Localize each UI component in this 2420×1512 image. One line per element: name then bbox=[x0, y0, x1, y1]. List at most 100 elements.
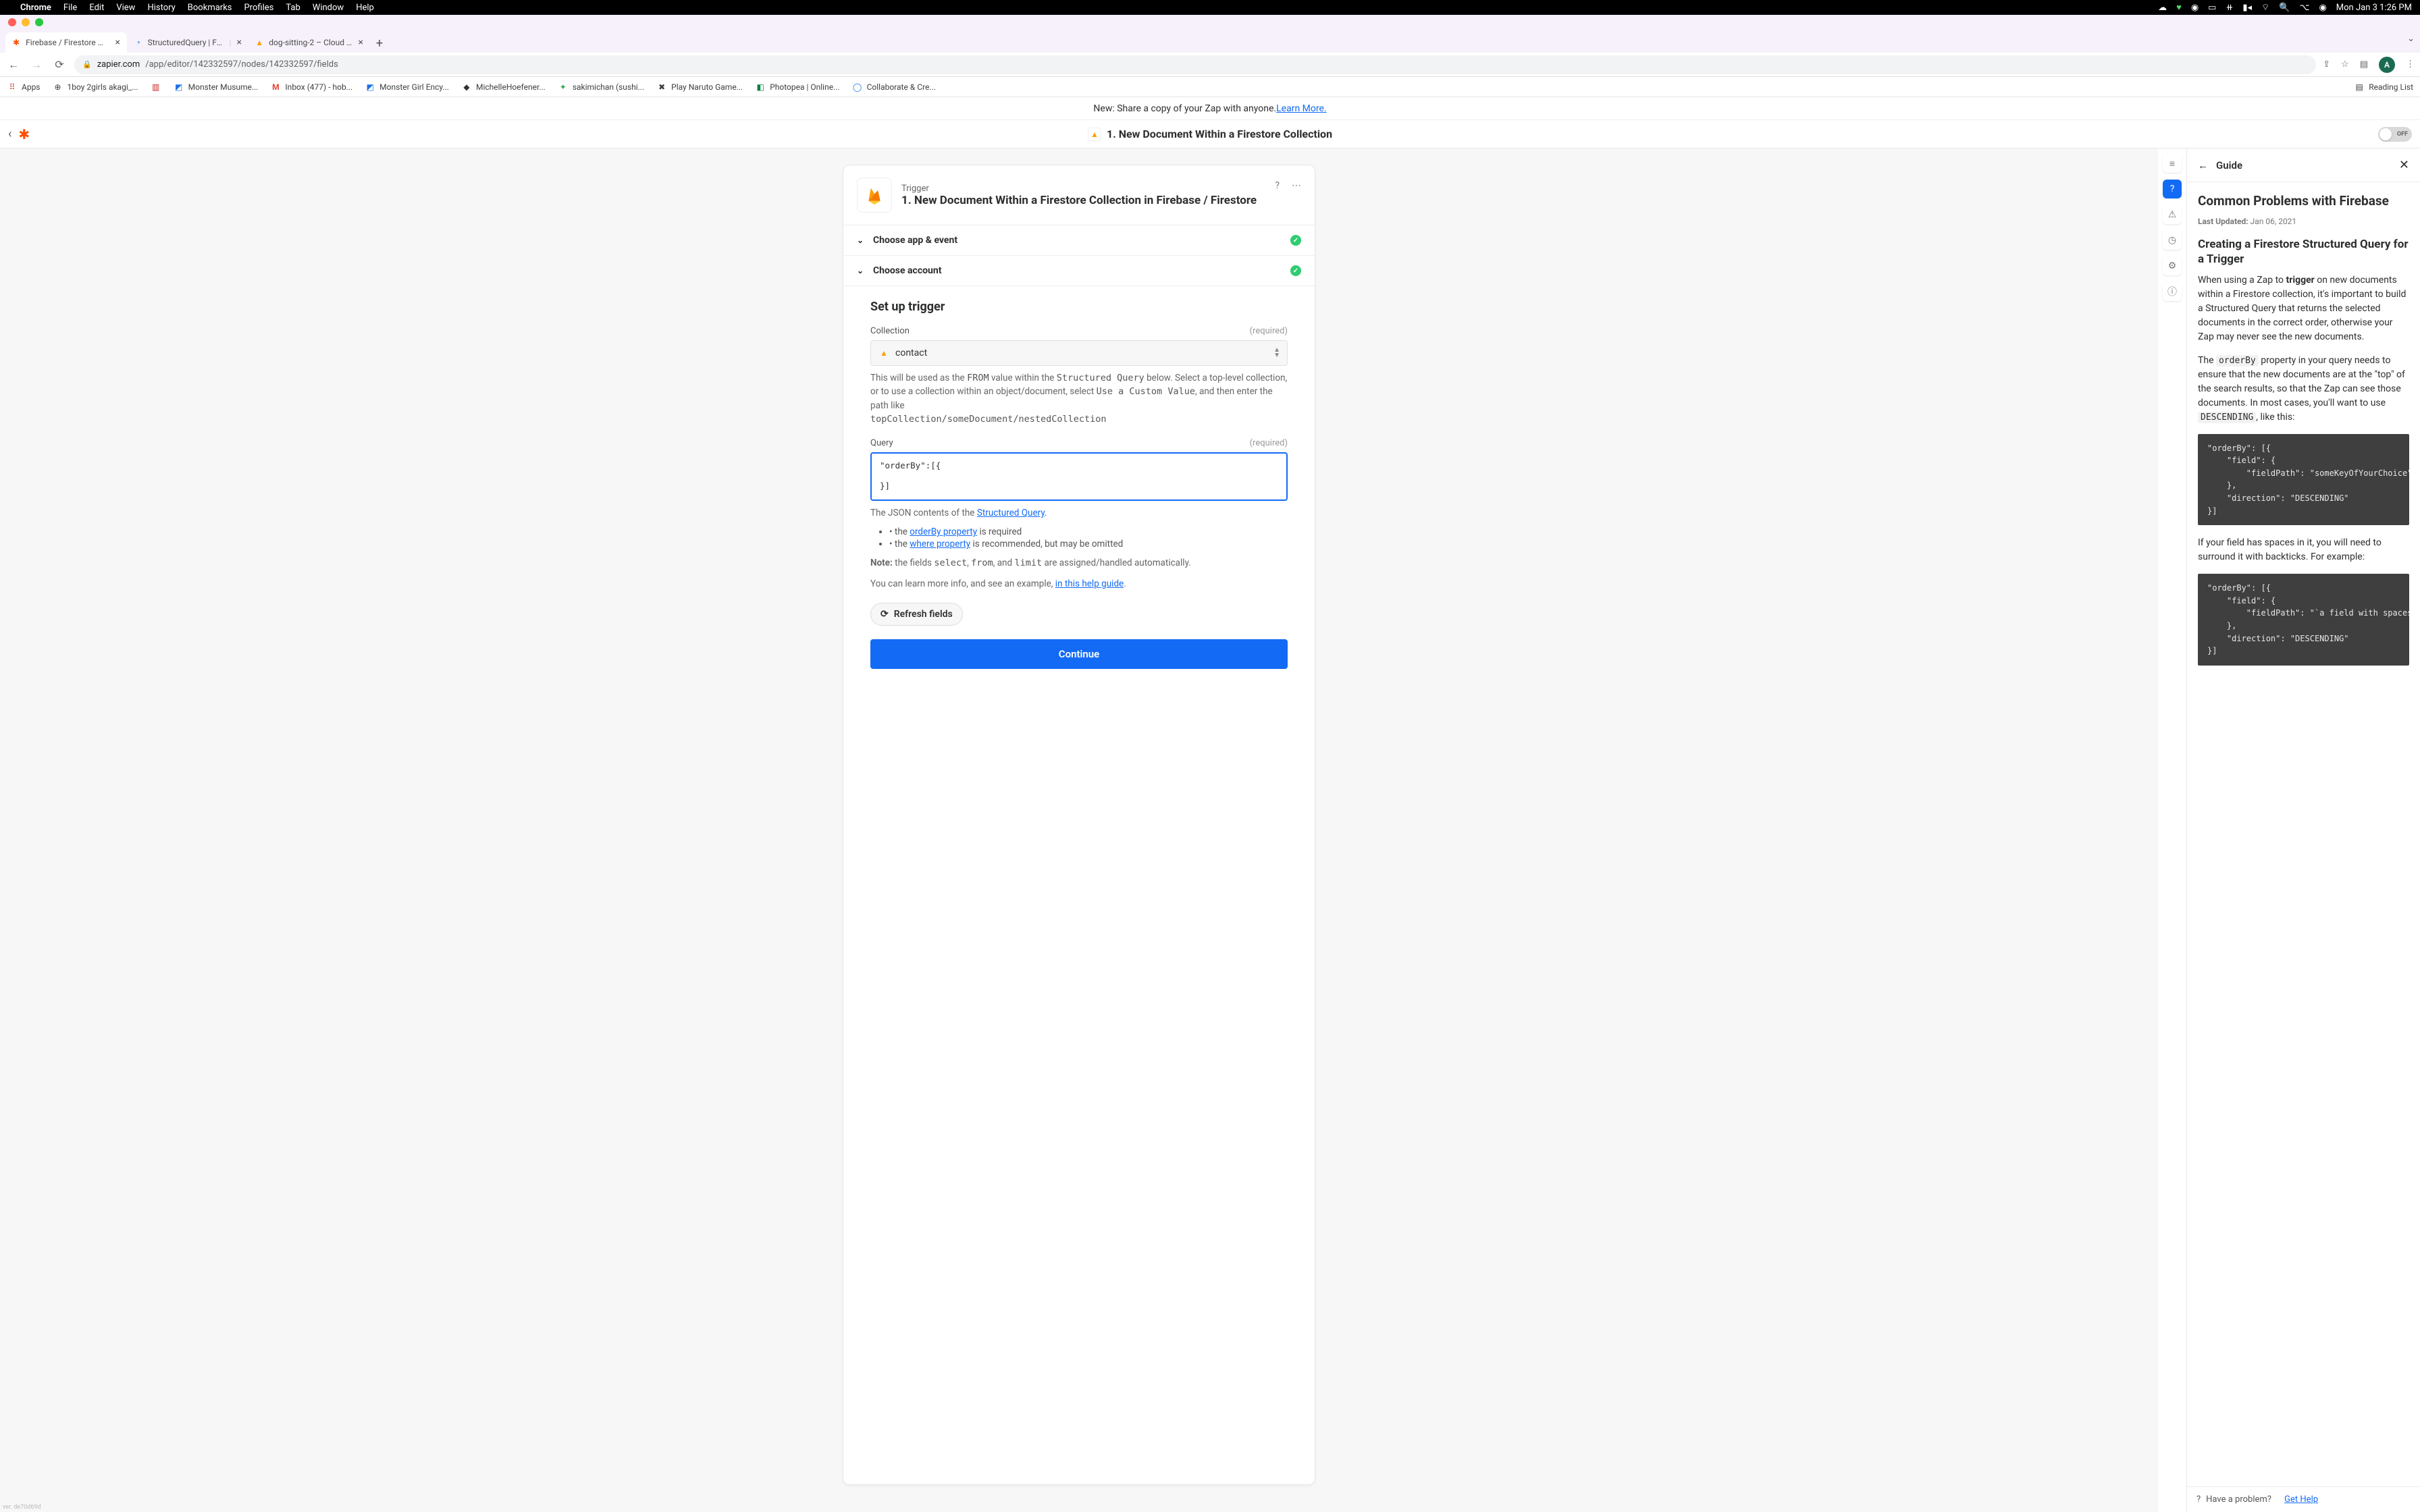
refresh-icon: ⟳ bbox=[880, 609, 889, 620]
menubar-clock[interactable]: Mon Jan 3 1:26 PM bbox=[2336, 3, 2412, 13]
bookmark-item[interactable]: ◯Collaborate & Cre... bbox=[852, 82, 936, 92]
bookmark-item[interactable]: ▥ bbox=[151, 82, 161, 92]
new-tab-button[interactable]: + bbox=[370, 34, 389, 53]
bookmark-item[interactable]: ◩Monster Musume... bbox=[174, 82, 259, 92]
bookmark-favicon: ◆ bbox=[461, 82, 472, 92]
select-sort-icon: ▲▼ bbox=[1273, 348, 1280, 358]
nav-back-button[interactable]: ← bbox=[5, 58, 22, 72]
card-overflow-icon[interactable]: ⋯ bbox=[1292, 180, 1301, 191]
section-label: Choose app & event bbox=[873, 235, 957, 246]
status-record-icon[interactable]: ◉ bbox=[2191, 3, 2199, 13]
guide-close-icon[interactable]: ✕ bbox=[2399, 158, 2409, 172]
bookmark-item[interactable]: ✖Play Naruto Game... bbox=[656, 82, 743, 92]
window-minimize-button[interactable] bbox=[22, 18, 30, 26]
reading-list-icon[interactable]: ▤ bbox=[2360, 59, 2368, 70]
nav-back-icon[interactable]: ‹ bbox=[8, 127, 11, 141]
menu-bookmarks[interactable]: Bookmarks bbox=[188, 3, 232, 13]
bookmark-item[interactable]: ◩Monster Girl Ency... bbox=[365, 82, 449, 92]
status-siri-icon[interactable]: ◉ bbox=[2319, 3, 2326, 13]
browser-tab-0[interactable]: ✱ Firebase / Firestore → SendGri × bbox=[5, 32, 127, 53]
tab-close-icon[interactable]: × bbox=[237, 37, 242, 48]
status-display-icon[interactable]: ▭ bbox=[2208, 3, 2216, 13]
menu-edit[interactable]: Edit bbox=[89, 3, 104, 13]
chrome-toolbar: ← → ⟳ 🔒 zapier.com/app/editor/142332597/… bbox=[0, 53, 2420, 77]
chevron-down-icon: ⌄ bbox=[857, 266, 866, 275]
status-wifi-icon[interactable]: ⌔ bbox=[2261, 2, 2269, 13]
required-marker: (required) bbox=[1250, 438, 1288, 448]
list-item: • the orderBy property is required bbox=[889, 526, 1288, 537]
lock-icon: 🔒 bbox=[82, 60, 92, 69]
chevron-down-icon: ⌄ bbox=[857, 236, 866, 245]
menu-window[interactable]: Window bbox=[313, 3, 344, 13]
bookmark-item[interactable]: ✦sakimichan (sushi... bbox=[558, 82, 644, 92]
menu-tab[interactable]: Tab bbox=[286, 3, 300, 13]
rail-alerts-icon[interactable]: ⚠ bbox=[2163, 205, 2182, 224]
browser-tab-2[interactable]: ▲ dog-sitting-2 – Cloud Firestore × bbox=[248, 32, 370, 53]
banner-learn-more-link[interactable]: Learn More. bbox=[1276, 103, 1326, 114]
reading-list-icon: ▤ bbox=[2354, 82, 2365, 92]
status-battery-icon[interactable]: ▮◂ bbox=[2242, 3, 2252, 13]
get-help-link[interactable]: Get Help bbox=[2284, 1494, 2318, 1505]
bookmark-item[interactable]: ⊕1boy 2girls akagi_... bbox=[53, 82, 138, 92]
bookmark-favicon: ⊕ bbox=[53, 82, 63, 92]
address-bar[interactable]: 🔒 zapier.com/app/editor/142332597/nodes/… bbox=[74, 55, 2316, 74]
menu-file[interactable]: File bbox=[63, 3, 77, 13]
apps-button[interactable]: ⠿Apps bbox=[7, 82, 41, 92]
share-icon[interactable]: ⇪ bbox=[2323, 59, 2330, 70]
status-control-center-icon[interactable]: ⌥ bbox=[2299, 3, 2309, 13]
rail-history-icon[interactable]: ◷ bbox=[2163, 231, 2182, 250]
menu-help[interactable]: Help bbox=[356, 3, 374, 13]
chrome-menu-icon[interactable]: ⋮ bbox=[2406, 59, 2415, 70]
query-textarea[interactable]: "orderBy":[{ }] bbox=[870, 452, 1288, 501]
rail-settings-icon[interactable]: ⚙ bbox=[2163, 256, 2182, 275]
rail-outline-icon[interactable]: ≡ bbox=[2163, 154, 2182, 173]
check-complete-icon: ✓ bbox=[1290, 265, 1301, 276]
guide-heading: Common Problems with Firebase bbox=[2198, 192, 2409, 211]
tab-close-icon[interactable]: × bbox=[359, 37, 363, 48]
bookmark-item[interactable]: MInbox (477) - hob... bbox=[270, 82, 352, 92]
editor-canvas: Trigger 1. New Document Within a Firesto… bbox=[0, 148, 2158, 1512]
profile-avatar[interactable]: A bbox=[2379, 57, 2395, 73]
status-heart-icon[interactable]: ♥ bbox=[2176, 2, 2182, 13]
window-close-button[interactable] bbox=[8, 18, 16, 26]
menu-history[interactable]: History bbox=[147, 3, 175, 13]
rail-info-icon[interactable]: ⓘ bbox=[2163, 282, 2182, 301]
help-guide-link[interactable]: in this help guide bbox=[1055, 578, 1124, 589]
menu-view[interactable]: View bbox=[116, 3, 135, 13]
status-cloud-icon[interactable]: ☁ bbox=[2158, 3, 2167, 13]
bookmark-item[interactable]: ◧Photopea | Online... bbox=[755, 82, 839, 92]
status-search-icon[interactable]: 🔍 bbox=[2279, 3, 2290, 13]
section-choose-app-event[interactable]: ⌄ Choose app & event ✓ bbox=[843, 225, 1315, 255]
tab-label: Firebase / Firestore → SendGri bbox=[26, 38, 109, 47]
structured-query-link[interactable]: Structured Query bbox=[977, 508, 1045, 518]
guide-paragraph: When using a Zap to trigger on new docum… bbox=[2198, 273, 2409, 344]
rail-help-icon[interactable]: ? bbox=[2163, 180, 2182, 198]
zap-enable-toggle[interactable]: OFF bbox=[2378, 127, 2412, 142]
zapier-logo-icon[interactable]: ✱ bbox=[18, 126, 30, 142]
refresh-fields-button[interactable]: ⟳ Refresh fields bbox=[870, 603, 963, 626]
status-bluetooth-icon[interactable]: ⧺ bbox=[2226, 3, 2233, 13]
bookmark-item[interactable]: ◆MichelleHoefener... bbox=[461, 82, 546, 92]
card-title: 1. New Document Within a Firestore Colle… bbox=[901, 194, 1257, 207]
reading-list-button[interactable]: ▤Reading List bbox=[2354, 82, 2413, 92]
bookmark-star-icon[interactable]: ☆ bbox=[2341, 59, 2349, 70]
window-zoom-button[interactable] bbox=[35, 18, 43, 26]
where-property-link[interactable]: where property bbox=[910, 539, 970, 549]
firebase-mini-icon: ▲ bbox=[878, 347, 890, 359]
browser-tab-1[interactable]: ◔ StructuredQuery | Firestore | × bbox=[127, 32, 248, 53]
menu-profiles[interactable]: Profiles bbox=[244, 3, 274, 13]
more-info-text: You can learn more info, and see an exam… bbox=[870, 577, 1288, 591]
menubar-app[interactable]: Chrome bbox=[20, 3, 51, 13]
card-help-icon[interactable]: ? bbox=[1275, 180, 1280, 191]
tab-overflow-icon[interactable]: ⌄ bbox=[2407, 34, 2415, 44]
bookmark-favicon: ▥ bbox=[151, 82, 161, 92]
orderby-property-link[interactable]: orderBy property bbox=[910, 526, 977, 537]
continue-button[interactable]: Continue bbox=[870, 639, 1288, 669]
collection-select[interactable]: ▲ contact ▲▼ bbox=[870, 340, 1288, 366]
url-path: /app/editor/142332597/nodes/142332597/fi… bbox=[145, 59, 338, 70]
bookmark-favicon: ✖ bbox=[656, 82, 667, 92]
section-choose-account[interactable]: ⌄ Choose account ✓ bbox=[843, 255, 1315, 286]
nav-reload-button[interactable]: ⟳ bbox=[51, 58, 68, 71]
tab-close-icon[interactable]: × bbox=[115, 37, 120, 48]
guide-back-icon[interactable]: ← bbox=[2198, 159, 2208, 171]
